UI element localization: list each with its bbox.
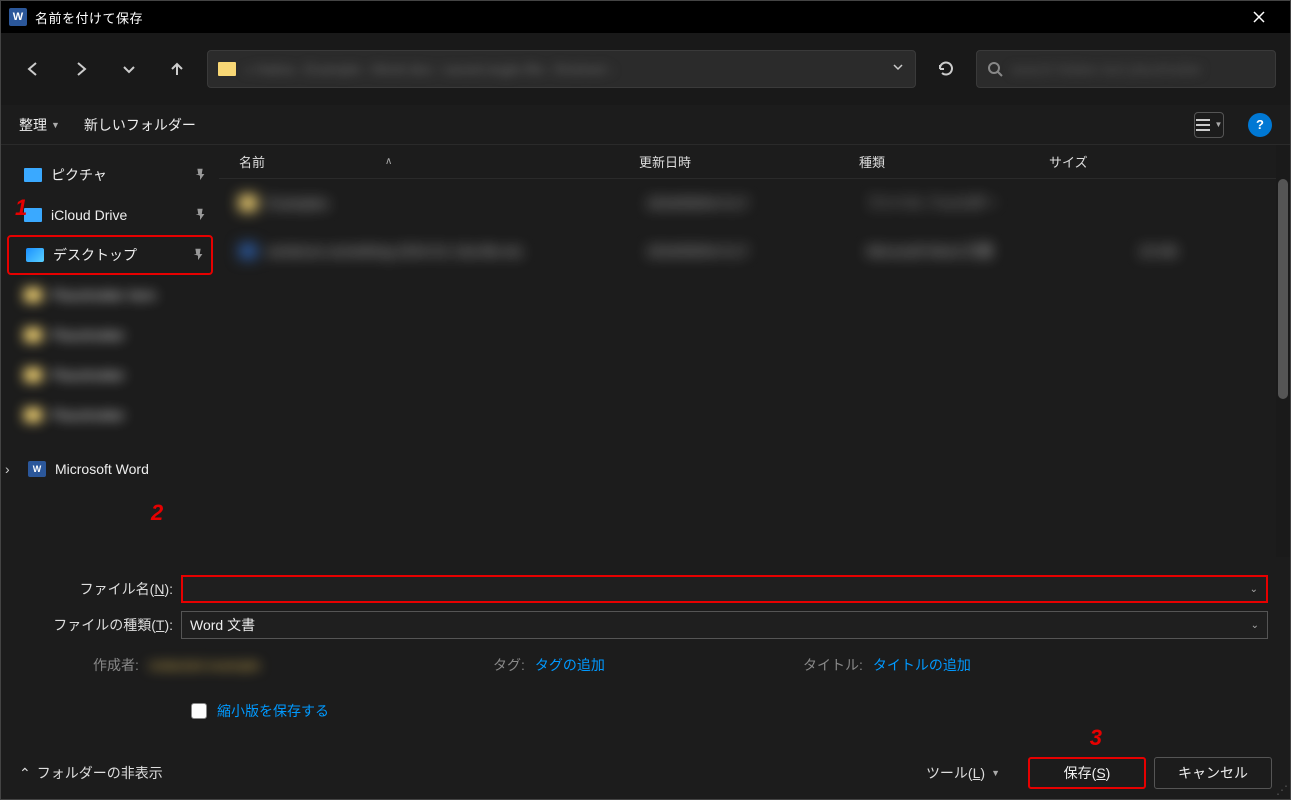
arrow-right-icon	[72, 60, 90, 78]
annotation-3: 3	[1090, 725, 1102, 751]
new-folder-button[interactable]: 新しいフォルダー	[84, 115, 196, 135]
desktop-icon	[26, 248, 44, 262]
sidebar-item-word[interactable]: › W Microsoft Word	[7, 449, 213, 489]
chevron-down-icon[interactable]: ⌄	[1250, 584, 1258, 595]
vertical-scrollbar[interactable]	[1276, 145, 1290, 557]
pin-icon	[191, 247, 205, 264]
search-placeholder: search hidden text placeholder	[1011, 61, 1202, 77]
navigation-bar: « Hatira › Example › Word doc › saved-ea…	[1, 33, 1290, 105]
hide-folders-button[interactable]: ⌃ フォルダーの非表示	[19, 763, 163, 783]
refresh-icon	[937, 60, 955, 78]
sidebar-item-desktop[interactable]: デスクトップ	[7, 235, 213, 275]
pin-icon	[193, 167, 207, 184]
folder-icon	[239, 195, 257, 211]
folder-icon	[24, 368, 42, 382]
arrow-up-icon	[168, 60, 186, 78]
titlebar: W 名前を付けて保存	[1, 1, 1290, 33]
address-bar[interactable]: « Hatira › Example › Word doc › saved-ea…	[207, 50, 916, 88]
file-row[interactable]: sentence-something-2024-01-10a-file-etc …	[219, 227, 1290, 275]
chevron-down-icon	[891, 60, 905, 74]
sidebar-item-label: Placeholder Item	[51, 287, 156, 303]
word-app-icon: W	[9, 8, 27, 26]
filetype-select[interactable]: Word 文書 ⌄	[181, 611, 1268, 639]
sort-indicator-icon: ∧	[385, 156, 392, 167]
body-split: 1 ピクチャ iCloud Drive デスクトップ Placeholder I…	[1, 145, 1290, 557]
filetype-label: ファイルの種類(T):	[13, 615, 181, 635]
tools-dropdown[interactable]: ツール(L) ▼	[926, 763, 1000, 783]
footer: 3 ⌃ フォルダーの非表示 ツール(L) ▼ 保存(S) キャンセル ⋰	[1, 747, 1290, 799]
close-button[interactable]	[1236, 1, 1282, 33]
save-as-dialog: W 名前を付けて保存 « Hatira › Example › Word doc…	[0, 0, 1291, 800]
view-mode-button[interactable]: ▼	[1194, 112, 1224, 138]
thumbnail-checkbox[interactable]	[191, 703, 207, 719]
author-label: 作成者:	[93, 655, 139, 675]
cancel-button[interactable]: キャンセル	[1154, 757, 1272, 789]
close-icon	[1253, 11, 1265, 23]
sidebar-item-hidden[interactable]: Placeholder Item	[7, 275, 213, 315]
refresh-button[interactable]	[928, 51, 964, 87]
column-headers: 名前∧ 更新日時 種類 サイズ	[219, 145, 1290, 179]
sidebar-item-hidden[interactable]: Placeholder	[7, 395, 213, 435]
sidebar-item-icloud[interactable]: iCloud Drive	[7, 195, 213, 235]
file-row[interactable]: Examples 2024/05/04 9:17 ファイル フォルダー	[219, 179, 1290, 227]
sidebar-item-label: Placeholder	[51, 327, 125, 343]
column-size[interactable]: サイズ	[1049, 152, 1169, 171]
tags-label: タグ:	[493, 655, 525, 675]
column-type[interactable]: 種類	[859, 152, 1049, 171]
folder-icon	[24, 408, 42, 422]
folder-icon	[24, 328, 42, 342]
forward-button[interactable]	[63, 51, 99, 87]
list-view-icon	[1196, 119, 1210, 131]
sidebar-item-label: デスクトップ	[53, 245, 137, 265]
save-button[interactable]: 保存(S)	[1028, 757, 1146, 789]
thumbnail-label[interactable]: 縮小版を保存する	[217, 701, 329, 721]
filename-input[interactable]: ⌄	[181, 575, 1268, 603]
sidebar-item-label: iCloud Drive	[51, 207, 127, 223]
resize-grip-icon[interactable]: ⋰	[1276, 783, 1288, 797]
file-list-area: 名前∧ 更新日時 種類 サイズ Examples 2024/05/04 9:17…	[219, 145, 1290, 557]
annotation-2: 2	[151, 500, 163, 526]
word-icon: W	[28, 461, 46, 477]
arrow-left-icon	[24, 60, 42, 78]
column-name[interactable]: 名前∧	[239, 152, 639, 171]
toolbar: 整理▼ 新しいフォルダー ▼ ?	[1, 105, 1290, 145]
back-button[interactable]	[15, 51, 51, 87]
chevron-right-icon[interactable]: ›	[5, 461, 21, 477]
window-title: 名前を付けて保存	[35, 8, 143, 27]
chevron-down-icon[interactable]: ⌄	[1251, 620, 1259, 631]
breadcrumb: « Hatira › Example › Word doc › saved-ea…	[244, 61, 883, 77]
pin-icon	[193, 207, 207, 224]
recent-dropdown[interactable]	[111, 51, 147, 87]
up-button[interactable]	[159, 51, 195, 87]
sidebar-item-label: Placeholder	[51, 367, 125, 383]
search-input[interactable]: search hidden text placeholder	[976, 50, 1276, 88]
tags-value[interactable]: タグの追加	[535, 655, 605, 675]
folder-icon	[24, 168, 42, 182]
title-value[interactable]: タイトルの追加	[873, 655, 971, 675]
chevron-down-icon	[120, 60, 138, 78]
sidebar: 1 ピクチャ iCloud Drive デスクトップ Placeholder I…	[1, 145, 219, 557]
help-button[interactable]: ?	[1248, 113, 1272, 137]
annotation-1: 1	[15, 195, 27, 221]
save-form: ファイル名(N): ⌄ ファイルの種類(T): Word 文書 ⌄ 作成者: r…	[1, 557, 1290, 747]
sidebar-item-hidden[interactable]: Placeholder	[7, 355, 213, 395]
title-label: タイトル:	[803, 655, 863, 675]
sidebar-item-pictures[interactable]: ピクチャ	[7, 155, 213, 195]
column-date[interactable]: 更新日時	[639, 152, 859, 171]
sidebar-item-label: ピクチャ	[51, 165, 107, 185]
author-value[interactable]: redacted example	[149, 657, 260, 673]
filename-label: ファイル名(N):	[13, 579, 181, 599]
sidebar-item-label: Placeholder	[51, 407, 125, 423]
folder-icon	[24, 288, 42, 302]
chevron-down-icon: ▼	[991, 768, 1000, 778]
sidebar-item-label: Microsoft Word	[55, 461, 149, 477]
chevron-up-icon: ⌃	[19, 765, 31, 782]
sidebar-item-hidden[interactable]: Placeholder	[7, 315, 213, 355]
address-dropdown[interactable]	[891, 60, 905, 79]
organize-button[interactable]: 整理▼	[19, 115, 60, 135]
scroll-thumb[interactable]	[1278, 179, 1288, 399]
folder-icon	[218, 62, 236, 76]
search-icon	[987, 61, 1003, 77]
word-file-icon	[239, 243, 257, 259]
